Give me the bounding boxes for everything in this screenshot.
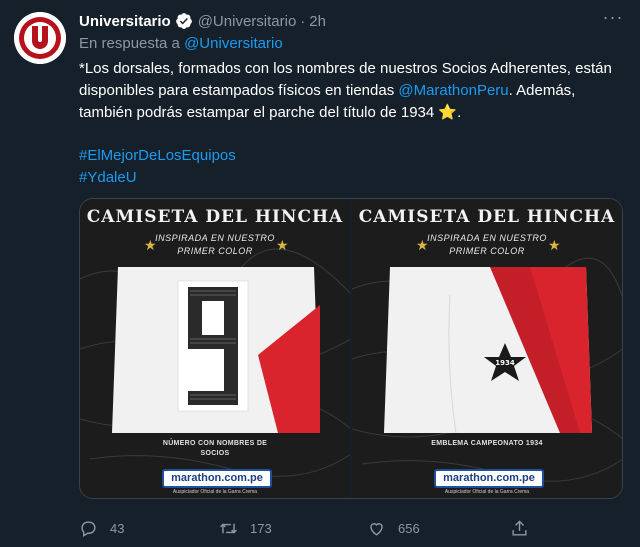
reply-count: 43 bbox=[110, 520, 125, 536]
jersey-back-image bbox=[112, 267, 320, 433]
like-count: 656 bbox=[398, 520, 420, 536]
like-icon bbox=[370, 522, 383, 536]
hashtag-el-mejor[interactable]: #ElMejorDeLosEquipos bbox=[79, 145, 236, 167]
reply-context: En respuesta a @Universitario bbox=[79, 35, 283, 52]
caption-line-2: SOCIOS bbox=[200, 450, 230, 457]
media-panel-number[interactable]: CAMISETA DEL HINCHA INSPIRADA EN NUESTRO… bbox=[80, 199, 350, 498]
author-name[interactable]: Universitario bbox=[79, 13, 171, 30]
panel-subtitle-2: PRIMER COLOR bbox=[177, 246, 253, 256]
avatar[interactable] bbox=[14, 12, 66, 64]
tweet-media[interactable]: CAMISETA DEL HINCHA INSPIRADA EN NUESTRO… bbox=[79, 198, 623, 499]
universitario-logo bbox=[14, 12, 66, 64]
marathon-shop-logo: marathon.com.pe bbox=[162, 469, 272, 488]
marathon-shop-logo: marathon.com.pe bbox=[434, 469, 544, 488]
shop-sponsor-text: Auspiciador Oficial de la Garra Crema bbox=[444, 489, 530, 495]
caption-line-1: NÚMERO CON NOMBRES DE bbox=[162, 440, 268, 447]
verified-badge-icon bbox=[175, 12, 193, 30]
share-icon bbox=[512, 519, 527, 536]
star-icon: ★ bbox=[144, 237, 157, 253]
star-icon: ★ bbox=[416, 237, 429, 253]
panel-title: CAMISETA DEL HINCHA bbox=[86, 207, 344, 227]
tweet-header: Universitario @Universitario · 2h bbox=[79, 10, 326, 32]
media-panel-emblem[interactable]: CAMISETA DEL HINCHA INSPIRADA EN NUESTRO… bbox=[352, 199, 622, 498]
more-options-icon[interactable]: ··· bbox=[600, 8, 626, 33]
badge-text: 1934 bbox=[495, 359, 515, 367]
jersey-front-image: 1934 bbox=[384, 267, 592, 434]
star-icon: ★ bbox=[548, 237, 561, 253]
star-emoji: ⭐ bbox=[438, 104, 458, 121]
panel-title: CAMISETA DEL HINCHA bbox=[358, 207, 616, 227]
retweet-button[interactable]: 173 bbox=[219, 515, 272, 541]
caption-line-1: EMBLEMA CAMPEONATO 1934 bbox=[431, 440, 543, 447]
retweet-icon bbox=[220, 523, 237, 533]
marathon-mention[interactable]: @MarathonPeru bbox=[398, 82, 508, 99]
reply-icon bbox=[81, 520, 96, 537]
share-button[interactable] bbox=[510, 515, 529, 541]
hashtags: #ElMejorDeLosEquipos #YdaleU bbox=[79, 145, 236, 189]
reply-button[interactable]: 43 bbox=[79, 515, 124, 541]
panel-subtitle-1: INSPIRADA EN NUESTRO bbox=[427, 233, 547, 243]
panel-subtitle-2: PRIMER COLOR bbox=[449, 246, 525, 256]
tweet-text-part3: . bbox=[457, 104, 462, 121]
separator-dot: · bbox=[300, 12, 306, 30]
retweet-count: 173 bbox=[250, 520, 272, 536]
panel-caption: EMBLEMA CAMPEONATO 1934 bbox=[352, 439, 622, 449]
tweet-time[interactable]: 2h bbox=[309, 13, 326, 30]
reply-prefix: En respuesta a bbox=[79, 35, 180, 52]
like-button[interactable]: 656 bbox=[367, 515, 420, 541]
hashtag-ydaleu[interactable]: #YdaleU bbox=[79, 167, 236, 189]
star-icon: ★ bbox=[276, 237, 289, 253]
panel-subtitle-1: INSPIRADA EN NUESTRO bbox=[155, 233, 275, 243]
author-handle[interactable]: @Universitario bbox=[198, 13, 297, 30]
tweet-actions: 43 173 656 bbox=[79, 515, 627, 541]
panel-caption: NÚMERO CON NOMBRES DE SOCIOS bbox=[80, 439, 350, 459]
shop-sponsor-text: Auspiciador Oficial de la Garra Crema bbox=[172, 489, 258, 495]
reply-to-mention[interactable]: @Universitario bbox=[184, 35, 283, 52]
tweet-text: *Los dorsales, formados con los nombres … bbox=[79, 58, 627, 124]
